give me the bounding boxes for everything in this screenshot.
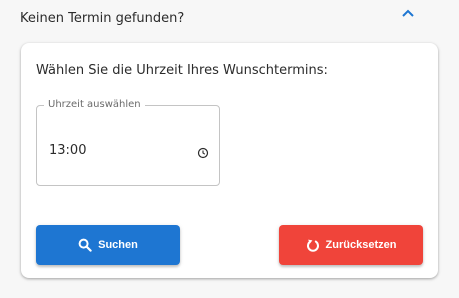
reset-icon [306,238,320,252]
time-input-field[interactable]: Uhrzeit auswählen 13:00 [36,99,220,186]
search-button-label: Suchen [98,239,138,251]
reset-button[interactable]: Zurücksetzen [279,225,423,265]
time-input-label: Uhrzeit auswählen [44,99,145,111]
chevron-up-icon[interactable] [400,4,416,17]
reset-button-label: Zurücksetzen [325,239,397,251]
search-icon [78,238,92,252]
time-selection-card: Wählen Sie die Uhrzeit Ihres Wunschtermi… [21,43,438,278]
card-heading: Wählen Sie die Uhrzeit Ihres Wunschtermi… [36,63,328,78]
time-input-value[interactable]: 13:00 [49,143,86,158]
accordion-header[interactable]: Keinen Termin gefunden? [0,0,459,40]
clock-icon[interactable] [197,144,209,159]
accordion-title: Keinen Termin gefunden? [20,11,185,26]
search-button[interactable]: Suchen [36,225,180,265]
